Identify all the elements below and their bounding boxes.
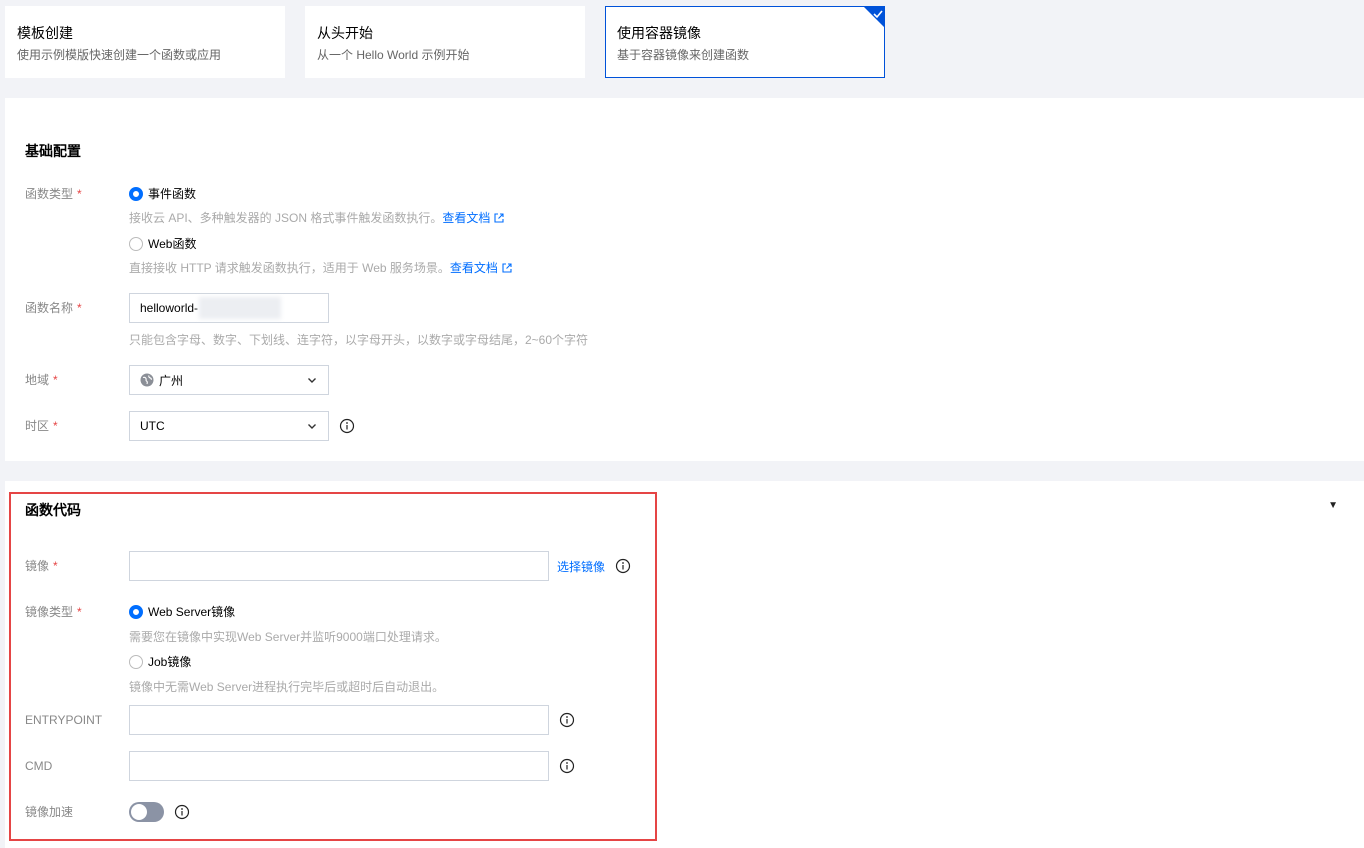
highlight-box [9,492,657,841]
basic-config-panel: 基础配置 函数类型 * 事件函数 接收云 API、多种触发器的 JSON 格式事件… [5,98,1364,461]
card-desc: 从一个 Hello World 示例开始 [317,48,470,62]
func-type-label: 函数类型 * [25,187,82,201]
chevron-down-icon [308,378,316,383]
func-name-hint: 只能包含字母、数字、下划线、连字符，以字母开头，以数字或字母结尾，2~60个字符 [129,333,589,347]
external-link-icon [494,213,504,223]
func-name-input[interactable]: helloworld- [129,293,329,323]
radio-web-function[interactable]: Web函数 [129,235,196,252]
info-icon[interactable] [339,418,355,434]
redacted-suffix [199,297,282,319]
card-title: 使用容器镜像 [617,25,701,41]
region-label: 地域 * [25,373,58,387]
collapse-toggle-icon[interactable]: ▼ [1328,500,1338,511]
timezone-select[interactable]: UTC [129,411,329,441]
radio-event-function[interactable]: 事件函数 [129,185,196,202]
card-container-image[interactable]: 使用容器镜像 基于容器镜像来创建函数 [605,6,885,78]
card-desc: 基于容器镜像来创建函数 [617,48,750,62]
view-docs-link[interactable]: 查看文档 [442,211,490,225]
section-title-basic: 基础配置 [25,143,81,159]
globe-icon [140,373,154,387]
timezone-label: 时区 * [25,419,58,433]
card-title: 模板创建 [17,25,73,41]
card-title: 从头开始 [317,25,373,41]
event-function-hint: 接收云 API、多种触发器的 JSON 格式事件触发函数执行。查看文档 [129,210,504,226]
radio-unselected-icon [129,236,143,251]
card-template[interactable]: 模板创建 使用示例模版快速创建一个函数或应用 [5,6,285,78]
radio-selected-icon [129,186,143,201]
card-desc: 使用示例模版快速创建一个函数或应用 [17,48,222,62]
func-name-label: 函数名称 * [25,301,82,315]
region-select[interactable]: 广州 [129,365,329,395]
chevron-down-icon [308,424,316,429]
card-from-scratch[interactable]: 从头开始 从一个 Hello World 示例开始 [305,6,585,78]
selected-check-icon [863,6,885,28]
view-docs-link[interactable]: 查看文档 [450,261,498,275]
web-function-hint: 直接接收 HTTP 请求触发函数执行，适用于 Web 服务场景。查看文档 [129,260,512,276]
external-link-icon [502,263,512,273]
